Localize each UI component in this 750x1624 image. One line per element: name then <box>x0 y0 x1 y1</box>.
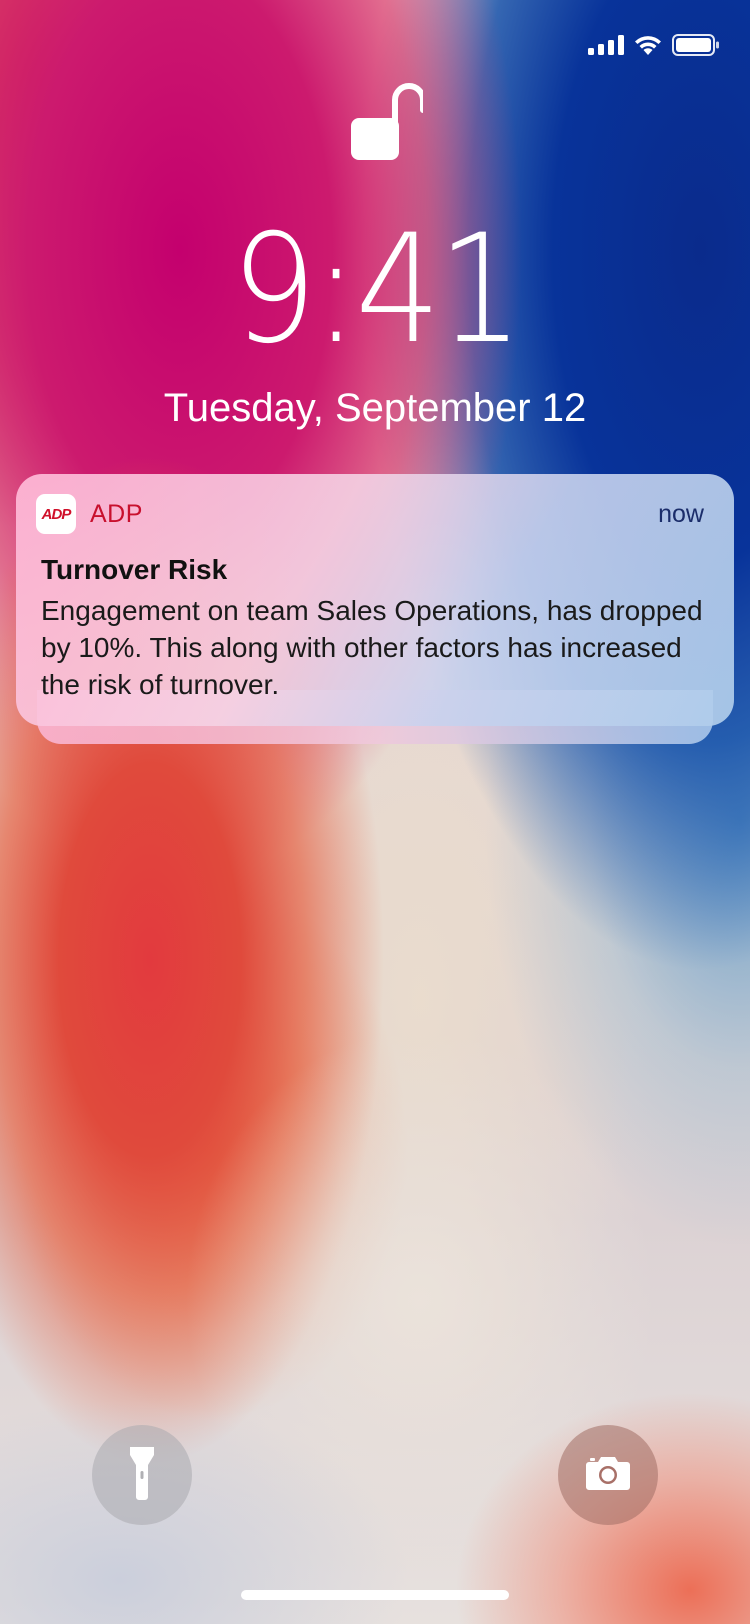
unlocked-padlock-icon <box>351 78 426 162</box>
flashlight-icon <box>127 1445 157 1506</box>
battery-icon <box>672 34 720 56</box>
wifi-icon <box>634 34 662 56</box>
notification-time: now <box>658 499 704 528</box>
adp-app-icon: ADP <box>36 494 76 534</box>
cellular-signal-icon <box>588 35 624 55</box>
camera-button[interactable] <box>558 1425 658 1525</box>
notification-app-name: ADP <box>90 499 143 528</box>
lock-screen-time: 9:41 <box>0 210 750 370</box>
lock-screen-date: Tuesday, September 12 <box>163 386 587 430</box>
camera-icon <box>585 1455 631 1496</box>
notification-body: Engagement on team Sales Operations, has… <box>41 595 703 700</box>
flashlight-button[interactable] <box>92 1425 192 1525</box>
notification-header: ADP ADP now <box>36 494 704 534</box>
time-text: 9:41 <box>230 203 523 377</box>
home-indicator[interactable] <box>241 1590 509 1600</box>
notification-title: Turnover Risk <box>41 554 228 585</box>
status-bar <box>588 30 720 60</box>
notification-card[interactable]: ADP ADP now Turnover Risk Engagement on … <box>16 474 734 726</box>
